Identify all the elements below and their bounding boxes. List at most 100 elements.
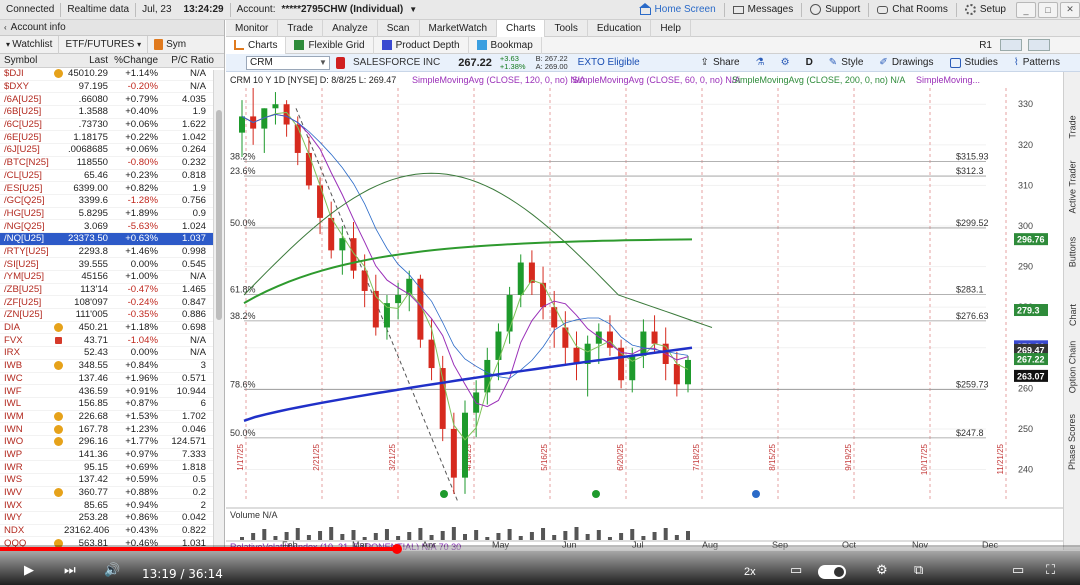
patterns-button[interactable]: ⌇ Patterns [1006, 57, 1080, 68]
aggregation-button[interactable]: D [798, 57, 821, 68]
watchlist-row[interactable]: NDX 23162.406 +0.43% 0.822 [0, 525, 224, 538]
watchlist-row[interactable]: $DXY 97.195 -0.20% N/A [0, 81, 224, 94]
flask-button[interactable]: ⚗ [748, 57, 773, 68]
video-progress-bar[interactable] [0, 544, 1080, 554]
messages-button[interactable]: Messages [725, 4, 802, 15]
nav-trade[interactable]: Trade [278, 19, 324, 37]
watchlist-row[interactable]: IWN 167.78 +1.23% 0.046 [0, 423, 224, 436]
watchlist-scrollbar[interactable] [213, 70, 224, 550]
progress-thumb[interactable] [392, 544, 403, 554]
scroll-thumb[interactable] [216, 110, 222, 320]
watchlist-row[interactable]: IWO 296.16 +1.77% 124.571 [0, 436, 224, 449]
tab-symbol[interactable]: Sym [148, 36, 192, 54]
layout-grid-icon[interactable] [1028, 39, 1050, 51]
watchlist-row[interactable]: /ZF[U25] 108'097 -0.24% 0.847 [0, 296, 224, 310]
nav-charts[interactable]: Charts [497, 19, 546, 37]
watchlist-row[interactable]: /GC[Q25] 3399.6 -1.28% 0.756 [0, 195, 224, 208]
tab-etf-futures[interactable]: ETF/FUTURES ▾ [59, 35, 149, 54]
col-symbol[interactable]: Symbol [0, 55, 52, 66]
watchlist-row[interactable]: /6C[U25] .73730 +0.06% 1.622 [0, 119, 224, 132]
watchlist-row[interactable]: /6E[U25] 1.18175 +0.22% 1.042 [0, 131, 224, 145]
watchlist-row[interactable]: /6B[U25] 1.3588 +0.40% 1.9 [0, 106, 224, 119]
watchlist-row[interactable]: /6J[U25] .0068685 +0.06% 0.264 [0, 144, 224, 157]
share-button[interactable]: ⇪ Share [693, 57, 748, 68]
nav-help[interactable]: Help [651, 19, 691, 37]
sidebar-chart[interactable]: Chart [1064, 304, 1080, 326]
speed-button[interactable]: 2x [744, 566, 756, 578]
watchlist-row[interactable]: IWS 137.42 +0.59% 0.5 [0, 474, 224, 487]
watchlist-row[interactable]: FVX 43.71 -1.04% N/A [0, 334, 224, 348]
watchlist-row[interactable]: /YM[U25] 45156 +1.00% N/A [0, 271, 224, 284]
drawings-button[interactable]: ✐ Drawings [871, 57, 941, 68]
tab-watchlist[interactable]: ▾ Watchlist [0, 35, 60, 54]
col-pc-ratio[interactable]: P/C Ratio [162, 55, 218, 66]
watchlist-row[interactable]: /CL[U25] 65.46 +0.23% 0.818 [0, 170, 224, 183]
style-button[interactable]: ✎ Style [821, 57, 872, 68]
sidebar-option-chain[interactable]: Option Chain [1064, 341, 1080, 394]
settings-button[interactable]: ⚙ [773, 57, 798, 68]
sidebar-phase-scores[interactable]: Phase Scores [1064, 414, 1080, 470]
next-icon[interactable]: ⏭ [64, 562, 76, 578]
watchlist-row[interactable]: IWR 95.15 +0.69% 1.818 [0, 461, 224, 474]
fullscreen-icon[interactable]: ⛶ [1046, 562, 1055, 578]
col-last[interactable]: Last [64, 55, 110, 66]
watchlist-row[interactable]: /RTY[U25] 2293.8 +1.46% 0.998 [0, 246, 224, 259]
account-selector[interactable]: *****2795CHW (Individual) [282, 4, 410, 15]
nav-monitor[interactable]: Monitor [226, 19, 279, 37]
layout-icon[interactable] [1000, 39, 1022, 51]
nav-scan[interactable]: Scan [378, 19, 420, 37]
home-screen-button[interactable]: Home Screen [632, 3, 724, 15]
watchlist-row[interactable]: /SI[U25] 39.555 0.00% 0.545 [0, 258, 224, 271]
watchlist-row[interactable]: $DJI 45010.29 +1.14% N/A [0, 68, 224, 81]
chart-area[interactable]: CRM 10 Y 1D [NYSE] D: 8/8/25 L: 269.47 Si… [226, 72, 1080, 550]
watchlist-row[interactable]: IWF 436.59 +0.91% 10.944 [0, 385, 224, 398]
theater-icon[interactable]: ▭ [1012, 562, 1024, 578]
setup-button[interactable]: Setup [957, 4, 1014, 15]
settings-icon[interactable]: ⚙ [876, 562, 888, 578]
symbol-input[interactable]: CRM ▼ [246, 55, 330, 70]
close-button[interactable]: ✕ [1060, 1, 1080, 18]
sidebar-buttons[interactable]: Buttons [1064, 237, 1080, 268]
watchlist-row[interactable]: IWL 156.85 +0.87% 6 [0, 398, 224, 411]
tab-charts[interactable]: Charts [226, 36, 287, 54]
volume-icon[interactable]: 🔊 [104, 562, 120, 578]
account-info-header[interactable]: ‹ Account info [0, 20, 224, 36]
play-icon[interactable]: ▶ [24, 562, 34, 578]
col-change[interactable]: %Change [110, 55, 162, 66]
watchlist-row[interactable]: IWX 85.65 +0.94% 2 [0, 499, 224, 513]
watchlist-row[interactable]: IWY 253.28 +0.86% 0.042 [0, 512, 224, 525]
watchlist-row[interactable]: DIA 450.21 +1.18% 0.698 [0, 322, 224, 335]
chat-rooms-button[interactable]: Chat Rooms [869, 4, 956, 15]
watchlist-row[interactable]: /6A[U25] .66080 +0.79% 4.035 [0, 93, 224, 107]
tab-product-depth[interactable]: Product Depth [374, 36, 469, 54]
watchlist-row[interactable]: IWB 348.55 +0.84% 3 [0, 360, 224, 373]
alert-icon[interactable] [336, 56, 345, 69]
studies-button[interactable]: Studies [942, 57, 1006, 68]
nav-analyze[interactable]: Analyze [323, 19, 378, 37]
watchlist-row[interactable]: IWC 137.46 +1.96% 0.571 [0, 373, 224, 386]
watchlist-row[interactable]: /HG[U25] 5.8295 +1.89% 0.9 [0, 208, 224, 221]
nav-education[interactable]: Education [588, 19, 652, 37]
autoplay-toggle[interactable] [818, 565, 846, 579]
watchlist-row[interactable]: IWP 141.36 +0.97% 7.333 [0, 449, 224, 462]
sidebar-trade[interactable]: Trade [1064, 115, 1080, 138]
support-button[interactable]: Support [802, 4, 868, 15]
watchlist-row[interactable]: IWV 360.77 +0.88% 0.2 [0, 487, 224, 500]
tab-bookmap[interactable]: Bookmap [469, 36, 542, 54]
chevron-down-icon[interactable]: ▼ [409, 5, 423, 14]
minimize-button[interactable]: _ [1016, 1, 1036, 18]
watchlist-row[interactable]: /ES[U25] 6399.00 +0.82% 1.9 [0, 182, 224, 195]
nav-marketwatch[interactable]: MarketWatch [420, 19, 498, 37]
miniplayer-icon[interactable]: ⧉ [914, 562, 923, 578]
watchlist-row[interactable]: IWM 226.68 +1.53% 1.702 [0, 411, 224, 424]
maximize-button[interactable]: □ [1038, 1, 1058, 18]
tab-flexible-grid[interactable]: Flexible Grid [286, 36, 374, 54]
nav-tools[interactable]: Tools [545, 19, 588, 37]
sidebar-active-trader[interactable]: Active Trader [1064, 160, 1080, 213]
watchlist-row[interactable]: /ZN[U25] 111'005 -0.35% 0.886 [0, 309, 224, 322]
subtitles-icon[interactable]: ▭ [790, 562, 802, 578]
price-chart[interactable]: CRM 10 Y 1D [NYSE] D: 8/8/25 L: 269.47 Si… [226, 72, 1063, 550]
watchlist-row[interactable]: IRX 52.43 0.00% N/A [0, 347, 224, 360]
watchlist-row[interactable]: /NQ[U25] 23373.50 +0.63% 1.037 [0, 232, 224, 246]
watchlist-row[interactable]: /NG[Q25] 3.069 -5.63% 1.024 [0, 220, 224, 233]
